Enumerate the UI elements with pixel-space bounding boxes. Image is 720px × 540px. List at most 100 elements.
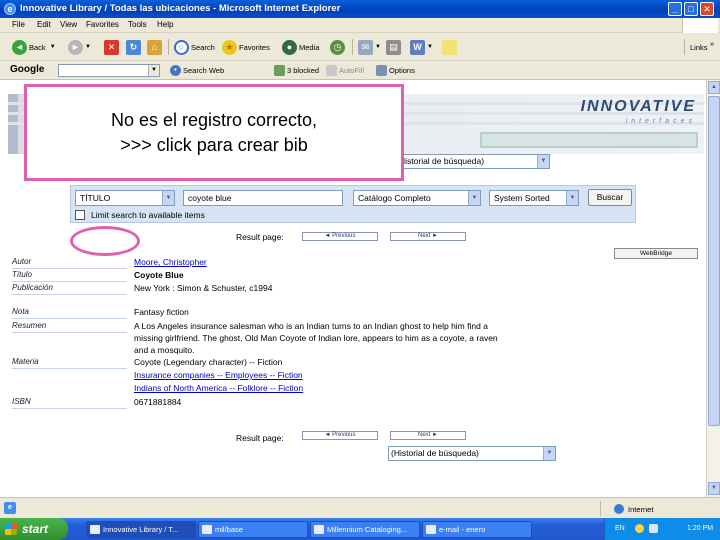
minimize-button[interactable]: _ [668, 2, 682, 16]
task-button[interactable]: Millennium Cataloging... [310, 521, 420, 538]
previous-page-button[interactable]: ◄ Previous [302, 431, 378, 440]
chevron-down-icon: ▼ [427, 44, 433, 50]
tray-icon[interactable] [635, 524, 644, 533]
annotation-ellipse [70, 226, 140, 256]
field-label-summary: Resumen [12, 321, 127, 333]
options-label: Options [389, 66, 415, 75]
limit-available-checkbox[interactable] [75, 210, 85, 220]
search-scope-select[interactable]: Catálogo Completo ▼ [353, 190, 481, 206]
windows-flag-icon [5, 523, 17, 535]
forward-button[interactable]: ► ▼ [68, 38, 91, 56]
taskbar: start Innovative Library / T... mil/base… [0, 518, 720, 540]
search-button[interactable]: ○ Search [174, 38, 215, 56]
popup-blocker-button[interactable]: 3 blocked [274, 65, 319, 76]
annotation-line: >>> click para crear bib [120, 135, 308, 155]
next-page-button[interactable]: Next ► [390, 431, 466, 440]
search-icon: • [170, 65, 181, 76]
refresh-button[interactable]: ↻ [126, 38, 143, 56]
refresh-icon: ↻ [126, 39, 141, 55]
history-select-bottom[interactable]: (Historial de búsqueda) ▼ [388, 446, 556, 461]
window-titlebar[interactable]: e Innovative Library / Todas las ubicaci… [0, 0, 720, 18]
task-button[interactable]: e-mail - enero [422, 521, 532, 538]
start-button[interactable]: start [0, 518, 68, 540]
chevron-down-icon: ▼ [566, 191, 578, 205]
author-link[interactable]: Moore, Christopher [134, 257, 207, 267]
banner-nav-box[interactable] [480, 132, 698, 148]
menu-favorites[interactable]: Favorites [86, 20, 119, 29]
toolbar-separator [352, 39, 353, 55]
close-button[interactable]: ✕ [700, 2, 714, 16]
mail-button[interactable]: ✉ ▼ [358, 38, 381, 56]
annotation-callout: No es el registro correcto, >>> click pa… [24, 84, 404, 181]
toolbar-separator [684, 39, 685, 55]
history-button[interactable]: ◷ [330, 38, 347, 56]
messenger-button[interactable] [442, 38, 459, 56]
search-web-label: Search Web [183, 66, 225, 75]
autofill-button[interactable]: AutoFill [326, 65, 364, 76]
previous-page-button[interactable]: ◄ Previous [302, 232, 378, 241]
google-search-input[interactable]: ▼ [58, 64, 160, 77]
home-button[interactable]: ⌂ [147, 38, 164, 56]
google-logo[interactable]: Google [10, 64, 44, 75]
menu-view[interactable]: View [60, 20, 77, 29]
links-button[interactable]: Links [690, 38, 708, 56]
search-index-select[interactable]: TÍTULO ▼ [75, 190, 175, 206]
subject-link[interactable]: Indians of North America -- Folklore -- … [134, 383, 303, 393]
menu-bar: File Edit View Favorites Tools Help [0, 18, 720, 33]
tray-icon[interactable] [649, 524, 658, 533]
history-select-bottom-value: (Historial de búsqueda) [391, 448, 479, 458]
window-title: Innovative Library / Todas las ubicacion… [20, 3, 341, 14]
search-sort-select[interactable]: System Sorted ▼ [489, 190, 579, 206]
scroll-down-arrow-icon[interactable]: ▼ [708, 482, 720, 495]
search-scope-value: Catálogo Completo [358, 193, 431, 203]
search-submit-button[interactable]: Buscar [588, 189, 632, 206]
menu-tools[interactable]: Tools [128, 20, 147, 29]
chevron-down-icon[interactable]: ▼ [148, 65, 159, 76]
windows-logo-icon [682, 18, 718, 33]
favorites-button[interactable]: ★ Favorites [222, 38, 270, 56]
vertical-scrollbar[interactable]: ▲ ▼ [706, 80, 720, 497]
subject-link[interactable]: Insurance companies -- Employees -- Fict… [134, 370, 303, 380]
google-search-web-button[interactable]: • Search Web [170, 65, 224, 76]
search-query-input[interactable]: coyote blue [183, 190, 343, 206]
search-icon: ○ [174, 39, 189, 55]
next-page-button[interactable]: Next ► [390, 232, 466, 241]
ie-icon [90, 525, 100, 534]
toolbar-separator [168, 39, 169, 55]
globe-icon [614, 504, 624, 514]
chevron-down-icon: ▼ [537, 155, 549, 168]
options-icon [376, 65, 387, 76]
back-button[interactable]: ◄ Back ▼ [12, 38, 56, 56]
clock[interactable]: 1:20 PM [687, 525, 713, 532]
menu-help[interactable]: Help [157, 20, 173, 29]
media-label: Media [299, 42, 320, 52]
maximize-button[interactable]: □ [684, 2, 698, 16]
back-arrow-icon: ◄ [12, 39, 27, 55]
history-select-top-value: Historial de búsqueda) [399, 156, 485, 166]
record-title: Coyote Blue [134, 270, 184, 280]
media-button[interactable]: ● Media [282, 38, 319, 56]
record-summary-line: missing girlfriend. The ghost, Old Man C… [134, 333, 498, 343]
search-query-value: coyote blue [188, 193, 232, 203]
scroll-up-arrow-icon[interactable]: ▲ [708, 81, 720, 94]
options-button[interactable]: Options [376, 65, 415, 76]
app-icon [314, 525, 324, 534]
menu-edit[interactable]: Edit [37, 20, 51, 29]
print-button[interactable]: ▤ [386, 38, 403, 56]
field-label-note: Nota [12, 307, 127, 319]
task-button[interactable]: Innovative Library / T... [86, 521, 196, 538]
record-publication: New York : Simon & Schuster, c1994 [134, 283, 273, 293]
webbridge-button[interactable]: WebBridge [614, 248, 698, 259]
links-label: Links [690, 42, 708, 52]
scrollbar-thumb[interactable] [708, 96, 720, 426]
stop-button[interactable]: ✕ [104, 38, 121, 56]
task-button[interactable]: mil/base [198, 521, 308, 538]
edit-button[interactable]: W ▼ [410, 38, 433, 56]
language-indicator[interactable]: EN [615, 525, 625, 532]
subject-link[interactable]: Coyote (Legendary character) -- Fiction [134, 357, 282, 367]
toolbar-more-button[interactable]: » [710, 34, 714, 52]
history-select-top[interactable]: Historial de búsqueda) ▼ [382, 154, 550, 169]
menu-file[interactable]: File [12, 20, 25, 29]
security-zone: Internet [614, 504, 653, 514]
task-label: Millennium Cataloging... [327, 525, 408, 534]
